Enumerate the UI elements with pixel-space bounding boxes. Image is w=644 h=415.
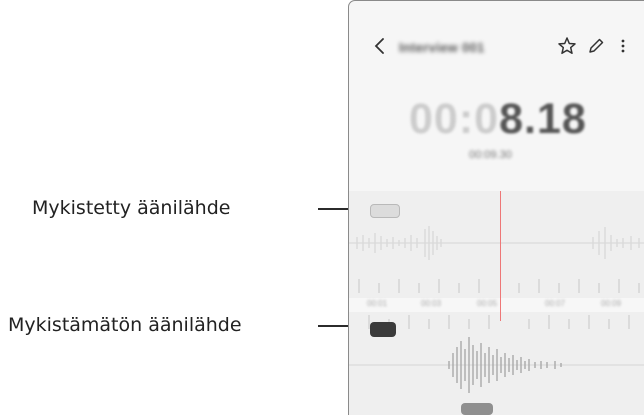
ruler-label: 00:07 [545,299,566,308]
phone-screen: Interview 001 00:08.18 00:09.30 00:01 00… [348,0,644,415]
ruler-label: 00:05 [477,299,498,308]
waveform-area: 00:01 00:03 00:05 00:07 00:09 [349,191,644,415]
star-icon[interactable] [556,35,578,57]
scroll-handle[interactable] [461,403,493,415]
recording-title: Interview 001 [399,40,485,55]
timer-dim: 00:0 [409,95,500,143]
callout-unmuted: Mykistämätön äänilähde [0,310,242,340]
playhead-line[interactable] [500,191,501,321]
timer-bright: 8.18 [499,95,587,143]
time-ruler: 00:01 00:03 00:05 00:07 00:09 [349,298,644,312]
top-app-bar: Interview 001 [349,26,644,66]
back-arrow-icon[interactable] [369,35,391,57]
ruler-label: 00:09 [601,299,622,308]
muted-source-toggle[interactable] [370,204,400,218]
ruler-label: 00:01 [367,299,388,308]
total-duration: 00:09.30 [469,149,512,161]
more-vertical-icon[interactable] [615,35,631,57]
callout-muted: Mykistetty äänilähde [0,193,230,223]
pen-icon[interactable] [585,35,607,57]
unmuted-source-toggle[interactable] [370,322,396,337]
elapsed-timer: 00:08.18 [409,95,587,144]
ruler-label: 00:03 [421,299,442,308]
callout-unmuted-label: Mykistämätön äänilähde [8,314,242,336]
callout-muted-label: Mykistetty äänilähde [32,197,231,219]
